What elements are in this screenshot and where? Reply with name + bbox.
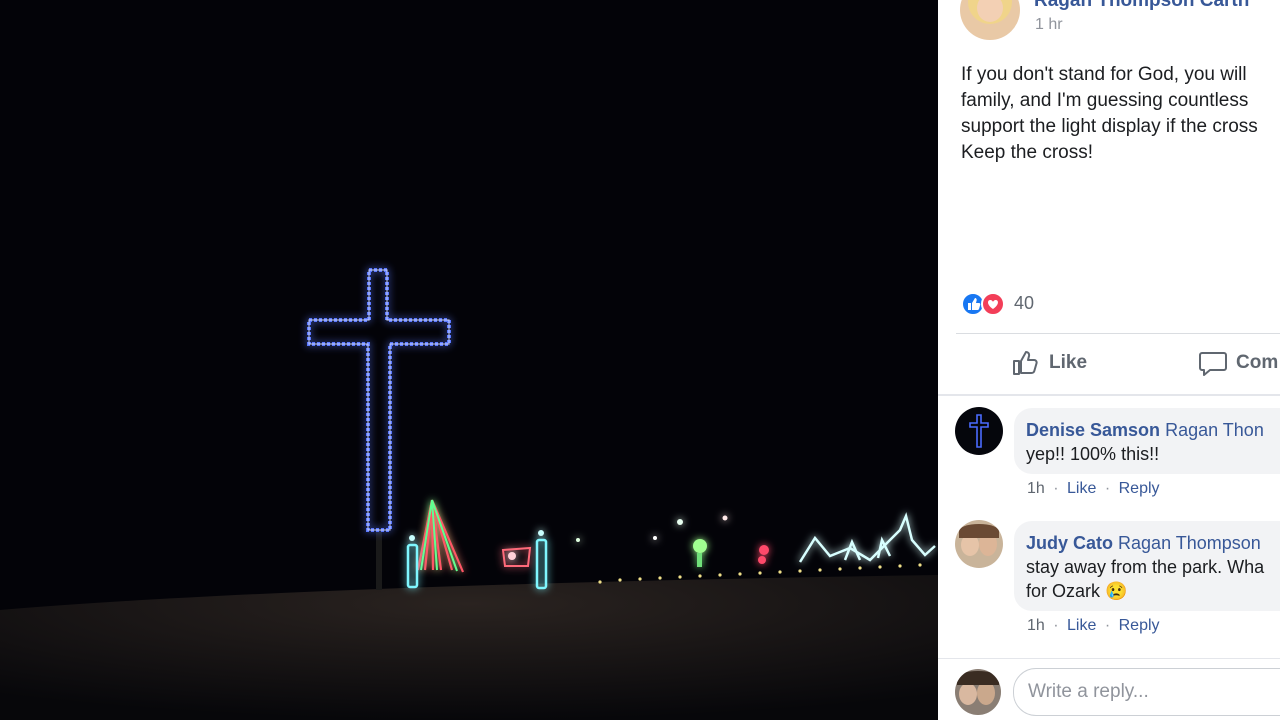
comment-1-reply-link[interactable]: Reply <box>1119 480 1160 497</box>
comment-1-mention[interactable]: Ragan Thon <box>1165 420 1264 440</box>
light-display-scene <box>0 268 938 720</box>
comment-2-author[interactable]: Judy Cato <box>1026 533 1113 553</box>
comment-2-reply-link[interactable]: Reply <box>1119 617 1160 634</box>
comment-bubble-1: Denise Samson Ragan Thon yep!! 100% this… <box>1014 408 1280 474</box>
post-text-line-2: family, and I'm guessing countless <box>961 90 1249 111</box>
comment-1-like-link[interactable]: Like <box>1067 480 1096 497</box>
comment-2-like-link[interactable]: Like <box>1067 617 1096 634</box>
comment-2-text-line-2: for Ozark 😢 <box>1026 581 1128 601</box>
comment-2-mention[interactable]: Ragan Thompson <box>1118 533 1261 553</box>
reply-input[interactable] <box>1014 669 1280 715</box>
tree-lights <box>416 499 465 573</box>
current-user-avatar[interactable] <box>955 669 1001 715</box>
comment-2-time[interactable]: 1h <box>1027 617 1045 634</box>
post-text-line-3: support the light display if the cross <box>961 116 1258 137</box>
comment-2-header: Judy Cato Ragan Thompson <box>1026 533 1261 554</box>
lighted-cross <box>307 268 451 532</box>
comment-1-author[interactable]: Denise Samson <box>1026 420 1160 440</box>
comment-icon <box>1199 352 1227 376</box>
love-icon <box>981 292 1005 316</box>
sleigh-lights <box>798 512 936 563</box>
actions-divider <box>938 394 1280 396</box>
reply-box[interactable] <box>1013 668 1280 716</box>
post-time[interactable]: 1 hr <box>1035 16 1063 34</box>
reaction-count: 40 <box>1014 293 1035 313</box>
author-avatar[interactable] <box>960 0 1020 40</box>
like-button[interactable]: Like <box>1011 348 1087 378</box>
commenter-avatar-2[interactable] <box>955 520 1003 568</box>
post-text-line-4: Keep the cross! <box>961 142 1094 163</box>
comment-2-meta: 1h · Like · Reply <box>1027 617 1160 634</box>
author-name[interactable]: Ragan Thompson Carth <box>1034 0 1249 12</box>
reaction-divider <box>956 333 1280 334</box>
comment-1-meta: 1h · Like · Reply <box>1027 480 1160 497</box>
post-panel: Ragan Thompson Carth 1 hr If you don't s… <box>938 0 1280 720</box>
post-photo[interactable] <box>0 0 938 720</box>
post-text-line-1: If you don't stand for God, you will <box>961 64 1247 85</box>
like-label: Like <box>1049 352 1088 373</box>
comment-label: Com <box>1236 352 1279 373</box>
comment-1-time[interactable]: 1h <box>1027 480 1045 497</box>
commenter-avatar-1[interactable] <box>955 407 1003 455</box>
comment-button[interactable]: Com <box>1198 348 1278 378</box>
reply-divider <box>938 658 1280 659</box>
comment-1-text: yep!! 100% this!! <box>1026 444 1160 464</box>
ground <box>0 575 938 720</box>
cross-pole <box>376 530 382 590</box>
comment-1-header: Denise Samson Ragan Thon <box>1026 420 1264 441</box>
comment-bubble-2: Judy Cato Ragan Thompson stay away from … <box>1014 521 1280 611</box>
thumbs-up-icon <box>1013 351 1038 375</box>
comment-2-text-line-1: stay away from the park. Wha <box>1026 557 1265 577</box>
reaction-summary[interactable]: 40 <box>961 292 1061 316</box>
